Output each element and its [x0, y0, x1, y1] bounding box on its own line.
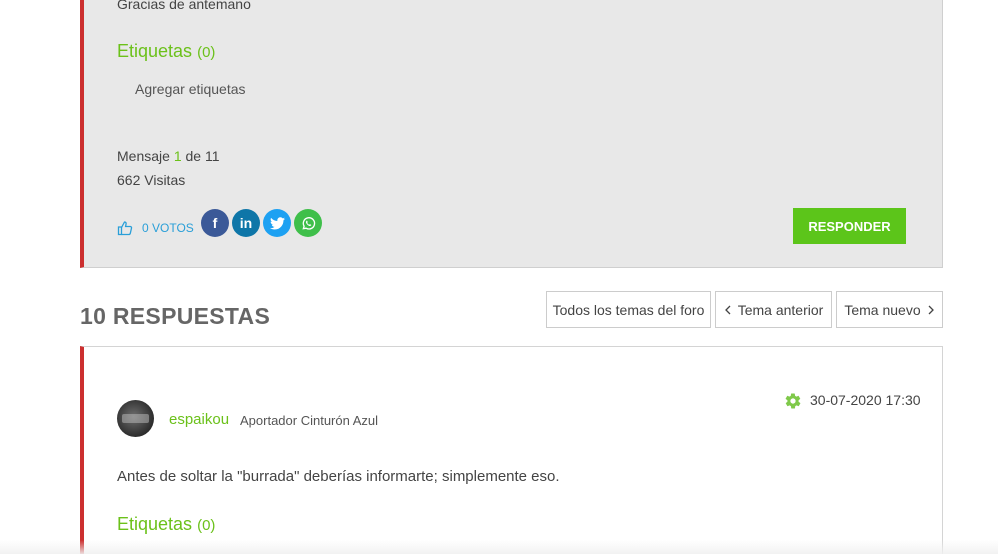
tags-label: Etiquetas	[117, 41, 193, 61]
replies-heading: 10 RESPUESTAS	[80, 303, 271, 329]
author-link[interactable]: espaikou	[169, 411, 229, 428]
reply-tags-heading: Etiquetas (0)	[117, 514, 215, 535]
post-tags-heading: Etiquetas (0)	[117, 41, 215, 62]
reply-button[interactable]: RESPONDER	[793, 208, 906, 244]
gear-icon[interactable]	[784, 392, 802, 410]
facebook-icon[interactable]: f	[201, 209, 229, 237]
post-body-text: Gracias de antemano	[117, 0, 251, 12]
bottom-fade	[0, 540, 998, 554]
share-buttons: f in	[201, 209, 322, 237]
reply-date: 30-07-2020 17:30	[810, 392, 921, 408]
all-topics-button[interactable]: Todos los temas del foro	[546, 291, 711, 328]
chevron-right-icon	[927, 302, 935, 318]
add-tags-link[interactable]: Agregar etiquetas	[135, 81, 246, 97]
thumbs-up-icon	[117, 220, 133, 236]
avatar[interactable]	[117, 400, 154, 437]
tags-count: (0)	[197, 44, 216, 61]
vote-count: 0 VOTOS	[142, 221, 194, 235]
whatsapp-icon[interactable]	[294, 209, 322, 237]
vote-button[interactable]: 0 VOTOS	[117, 220, 194, 236]
reply-card: espaikou Aportador Cinturón Azul 30-07-2…	[80, 346, 943, 554]
author-rank: Aportador Cinturón Azul	[240, 413, 379, 428]
visit-count: 662 Visitas	[117, 172, 186, 188]
tags-count: (0)	[197, 517, 216, 534]
message-position: Mensaje 1 de 11	[117, 148, 220, 164]
previous-topic-button[interactable]: Tema anterior	[715, 291, 832, 328]
message-number-link[interactable]: 1	[174, 148, 182, 164]
next-topic-button[interactable]: Tema nuevo	[836, 291, 943, 328]
linkedin-icon[interactable]: in	[232, 209, 260, 237]
twitter-icon[interactable]	[263, 209, 291, 237]
tags-label: Etiquetas	[117, 514, 193, 534]
chevron-left-icon	[724, 302, 732, 318]
reply-body-text: Antes de soltar la "burrada" deberías in…	[117, 468, 560, 485]
original-post-card: Gracias de antemano Etiquetas (0) Agrega…	[80, 0, 943, 268]
